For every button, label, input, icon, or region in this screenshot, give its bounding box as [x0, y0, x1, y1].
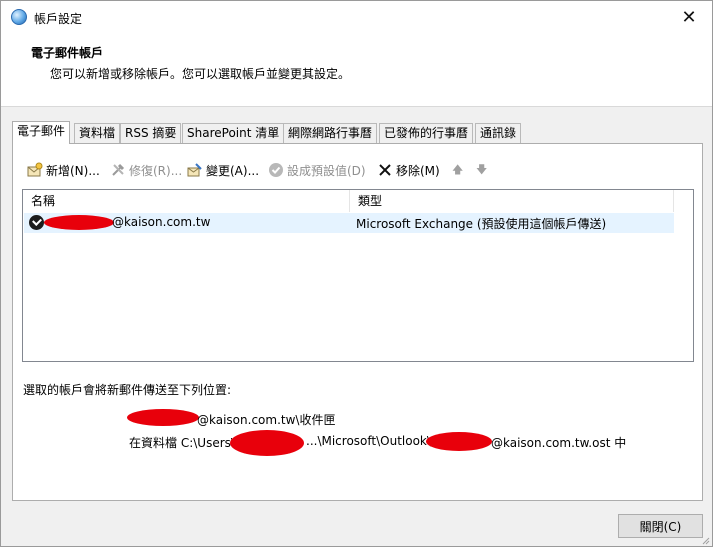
- path-prefix: 在資料檔 C:\Users\: [129, 436, 235, 450]
- tab-sharepoint-lists[interactable]: SharePoint 清單: [182, 123, 285, 143]
- move-up-button[interactable]: 🡅: [452, 160, 463, 180]
- email-tab-panel: 新增(N)... 修復(R)... 變更(A)... 設成預設值(D) 移除(M…: [12, 143, 703, 501]
- resize-grip-icon[interactable]: [700, 534, 710, 545]
- tab-published-calendars[interactable]: 已發佈的行事曆: [379, 123, 474, 143]
- arrow-up-icon: 🡅: [452, 162, 464, 176]
- set-default-label: 設成預設值(D): [287, 163, 366, 178]
- repair-tools-icon: [110, 162, 126, 178]
- repair-account-label: 修復(R)...: [129, 163, 183, 178]
- default-account-check-icon: [29, 215, 44, 230]
- remove-account-button[interactable]: 移除(M): [377, 160, 440, 180]
- tab-address-books[interactable]: 通訊錄: [475, 123, 522, 143]
- change-account-label: 變更(A)...: [206, 163, 260, 178]
- move-down-button[interactable]: 🡇: [476, 160, 487, 180]
- change-settings-icon: [187, 162, 203, 178]
- header-title: 電子郵件帳戶: [31, 46, 104, 60]
- tab-email[interactable]: 電子郵件: [12, 121, 71, 144]
- delivery-location-label: 選取的帳戶會將新郵件傳送至下列位置:: [23, 383, 232, 397]
- redaction-mark: [127, 409, 199, 426]
- path-suffix: @kaison.com.tw.ost 中: [491, 436, 627, 450]
- tab-data-files[interactable]: 資料檔: [74, 123, 121, 143]
- check-circle-icon: [268, 162, 284, 178]
- dialog-header: 電子郵件帳戶 您可以新增或移除帳戶。您可以選取帳戶並變更其設定。: [1, 33, 712, 107]
- new-mail-icon: [27, 162, 43, 178]
- column-header-name[interactable]: 名稱: [23, 190, 350, 212]
- close-icon: ✕: [681, 6, 697, 28]
- account-name-cell: @kaison.com.tw: [112, 215, 211, 229]
- close-button[interactable]: 關閉(C): [618, 514, 703, 538]
- change-account-button[interactable]: 變更(A)...: [187, 160, 259, 180]
- new-account-label: 新增(N)...: [46, 163, 100, 178]
- account-type-cell: Microsoft Exchange (預設使用這個帳戶傳送): [356, 217, 607, 231]
- remove-x-icon: [377, 162, 393, 178]
- table-row[interactable]: @kaison.com.tw Microsoft Exchange (預設使用這…: [24, 213, 674, 233]
- redaction-mark: [426, 432, 492, 451]
- arrow-down-icon: 🡇: [476, 162, 488, 176]
- path-middle: ...\Microsoft\Outlook\: [306, 434, 431, 448]
- header-subtitle: 您可以新增或移除帳戶。您可以選取帳戶並變更其設定。: [50, 67, 351, 81]
- redaction-mark: [44, 215, 114, 230]
- title-bar: 帳戶設定 ✕: [1, 1, 712, 33]
- account-settings-window: 帳戶設定 ✕ 電子郵件帳戶 您可以新增或移除帳戶。您可以選取帳戶並變更其設定。 …: [0, 0, 713, 547]
- set-default-button[interactable]: 設成預設值(D): [268, 160, 366, 180]
- account-list[interactable]: 名稱 類型 @kaison.com.tw Microsoft Exchange …: [22, 189, 694, 362]
- window-title: 帳戶設定: [34, 12, 83, 26]
- list-header: 名稱 類型: [23, 190, 693, 212]
- new-account-button[interactable]: 新增(N)...: [27, 160, 100, 180]
- dialog-footer: 關閉(C): [1, 504, 712, 546]
- tab-internet-calendars[interactable]: 網際網路行事曆: [283, 123, 378, 143]
- column-header-type[interactable]: 類型: [350, 190, 674, 212]
- delivery-mailbox: @kaison.com.tw\收件匣: [197, 413, 336, 427]
- tab-rss-feeds[interactable]: RSS 摘要: [120, 123, 182, 143]
- remove-account-label: 移除(M): [396, 163, 440, 178]
- redaction-mark: [230, 430, 304, 456]
- repair-account-button[interactable]: 修復(R)...: [110, 160, 182, 180]
- outlook-globe-icon: [11, 9, 27, 25]
- window-close-button[interactable]: ✕: [666, 1, 712, 33]
